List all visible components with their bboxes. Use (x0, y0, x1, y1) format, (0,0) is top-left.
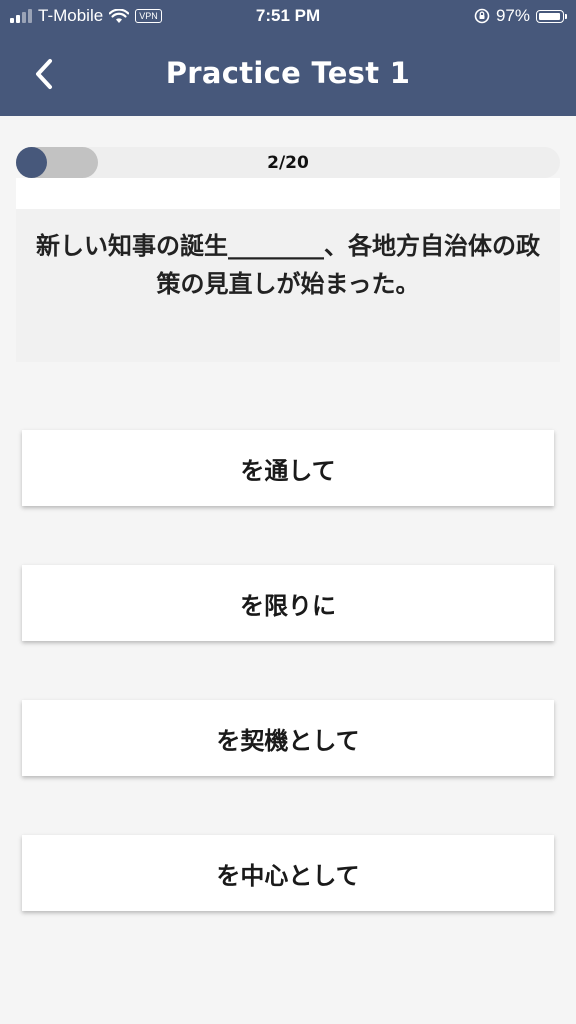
answer-option-4[interactable]: を中心として (22, 835, 554, 911)
answer-option-1[interactable]: を通して (22, 430, 554, 506)
answer-option-2[interactable]: を限りに (22, 565, 554, 641)
app-header: Practice Test 1 (0, 34, 576, 116)
question-card: 新しい知事の誕生________、各地方自治体の政策の見直しが始まった。 (16, 209, 560, 362)
progress-bar: 2/20 (16, 147, 560, 178)
answer-option-3[interactable]: を契機として (22, 700, 554, 776)
status-right: 97% (474, 6, 567, 26)
battery-percent: 97% (495, 6, 530, 25)
orientation-lock-icon (474, 8, 490, 24)
top-bar: T-Mobile VPN 7:51 PM 97% Practice Test 1 (0, 0, 576, 116)
progress-label: 2/20 (267, 153, 309, 173)
question-text: 新しい知事の誕生________、各地方自治体の政策の見直しが始まった。 (36, 232, 540, 298)
status-bar: T-Mobile VPN 7:51 PM 97% (0, 0, 576, 34)
progress-spacer (16, 178, 560, 209)
battery-icon (536, 9, 567, 23)
page-title: Practice Test 1 (165, 56, 411, 90)
